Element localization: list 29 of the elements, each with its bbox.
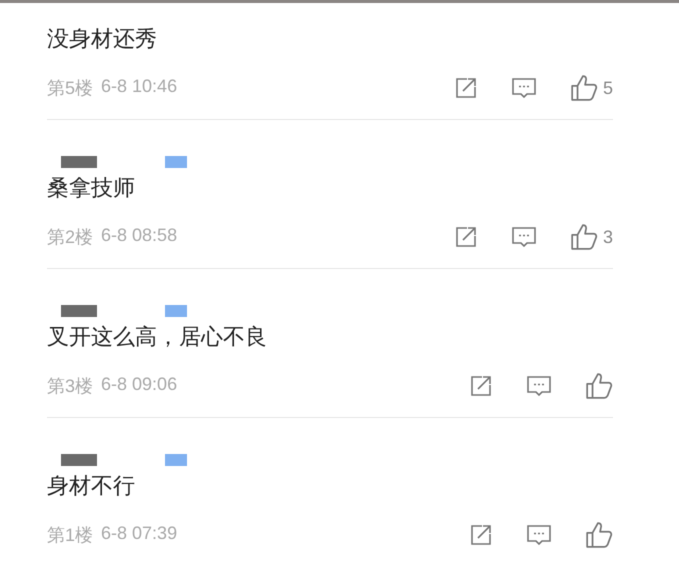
redaction-mark <box>165 156 187 168</box>
floor-number: 第2楼 <box>47 226 94 249</box>
thumbs-up-icon[interactable] <box>570 223 598 251</box>
comment-text: 没身材还秀 <box>47 26 158 54</box>
redaction-mark <box>165 305 187 317</box>
comment-text: 叉开这么高，居心不良 <box>47 324 268 352</box>
like-count: 5 <box>602 78 613 98</box>
comment-icon[interactable] <box>510 76 537 100</box>
comment-text: 身材不行 <box>47 473 136 501</box>
share-icon[interactable] <box>454 76 478 100</box>
share-icon[interactable] <box>469 374 493 398</box>
thumbs-up-icon[interactable] <box>585 372 613 400</box>
thumbs-up-icon[interactable] <box>570 74 598 102</box>
timestamp: 6-8 10:46 <box>101 76 178 98</box>
comment-icon[interactable] <box>526 374 552 398</box>
timestamp: 6-8 08:58 <box>101 225 178 247</box>
comment-text: 桑拿技师 <box>47 175 136 203</box>
redaction-mark <box>165 454 187 466</box>
floor-number: 第1楼 <box>47 524 94 547</box>
like-count: 3 <box>602 226 613 248</box>
comment-icon[interactable] <box>510 225 537 249</box>
timestamp: 6-8 07:39 <box>101 523 178 545</box>
floor-number: 第3楼 <box>47 375 94 398</box>
comment-icon[interactable] <box>526 523 552 547</box>
thumbs-up-icon[interactable] <box>585 521 613 549</box>
share-icon[interactable] <box>454 225 478 249</box>
timestamp: 6-8 09:06 <box>101 374 178 396</box>
floor-number: 第5楼 <box>47 77 94 100</box>
share-icon[interactable] <box>469 523 493 547</box>
